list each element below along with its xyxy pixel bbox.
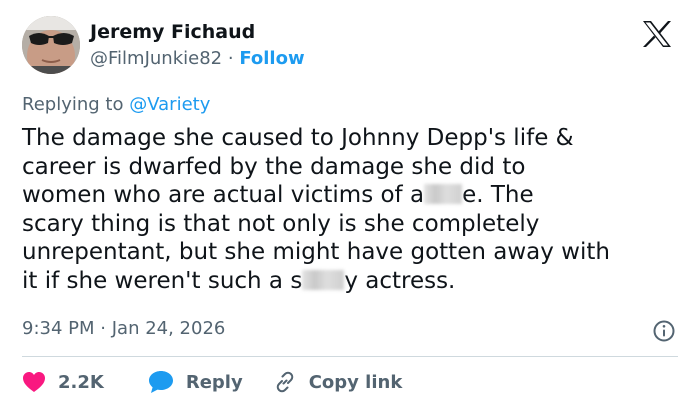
author-name[interactable]: Jeremy Fichaud (90, 20, 255, 44)
speech-bubble-icon (148, 371, 173, 393)
x-logo-icon[interactable] (641, 20, 673, 48)
copy-link-label: Copy link (308, 371, 403, 393)
author-handle-row: @FilmJunkie82 · Follow (90, 47, 305, 71)
avatar[interactable] (22, 16, 80, 74)
reply-context-prefix: Replying to (22, 94, 124, 115)
tweet-text-segment: women who are actual victims of a (22, 182, 425, 209)
action-bar: 2.2K Reply Copy link (22, 368, 402, 396)
info-icon[interactable] (652, 319, 676, 343)
tweet-line: unrepentant, but she might have gotten a… (22, 239, 610, 266)
tweet-text-segment: it if she weren't such a s (22, 267, 303, 294)
tweet-text: The damage she caused to Johnny Depp's l… (22, 124, 687, 296)
tweet-line: it if she weren't such a s y actress. (22, 267, 687, 296)
tweet-text-segment: e. The (462, 182, 534, 209)
handle-separator: · (227, 48, 234, 69)
reply-context: Replying to @Variety (22, 93, 210, 117)
tweet-date: Jan 24, 2026 (111, 318, 226, 339)
reply-button[interactable]: Reply (148, 370, 243, 394)
author-handle[interactable]: @FilmJunkie82 (90, 48, 222, 69)
tweet-line: scary thing is that not only is she comp… (22, 210, 540, 237)
censored-word (424, 184, 463, 205)
heart-icon (23, 372, 45, 392)
copy-link-button[interactable]: Copy link (273, 370, 403, 394)
tweet-line: career is dwarfed by the damage she did … (22, 153, 526, 180)
avatar-photo (22, 16, 80, 74)
tweet-timestamp[interactable]: 9:34 PM · Jan 24, 2026 (22, 317, 225, 341)
reply-mention-link[interactable]: @Variety (129, 94, 210, 115)
like-count: 2.2K (58, 371, 104, 393)
divider (22, 356, 678, 357)
link-icon (276, 371, 293, 393)
censored-word (302, 269, 345, 290)
timestamp-separator: · (100, 318, 106, 339)
reply-label: Reply (185, 371, 243, 393)
follow-button[interactable]: Follow (239, 48, 304, 69)
tweet-time: 9:34 PM (22, 318, 95, 339)
tweet-line: women who are actual victims of a e. The (22, 181, 687, 210)
like-button[interactable]: 2.2K (22, 371, 104, 393)
tweet-line: The damage she caused to Johnny Depp's l… (22, 125, 574, 151)
tweet-text-segment: y actress. (344, 267, 456, 294)
